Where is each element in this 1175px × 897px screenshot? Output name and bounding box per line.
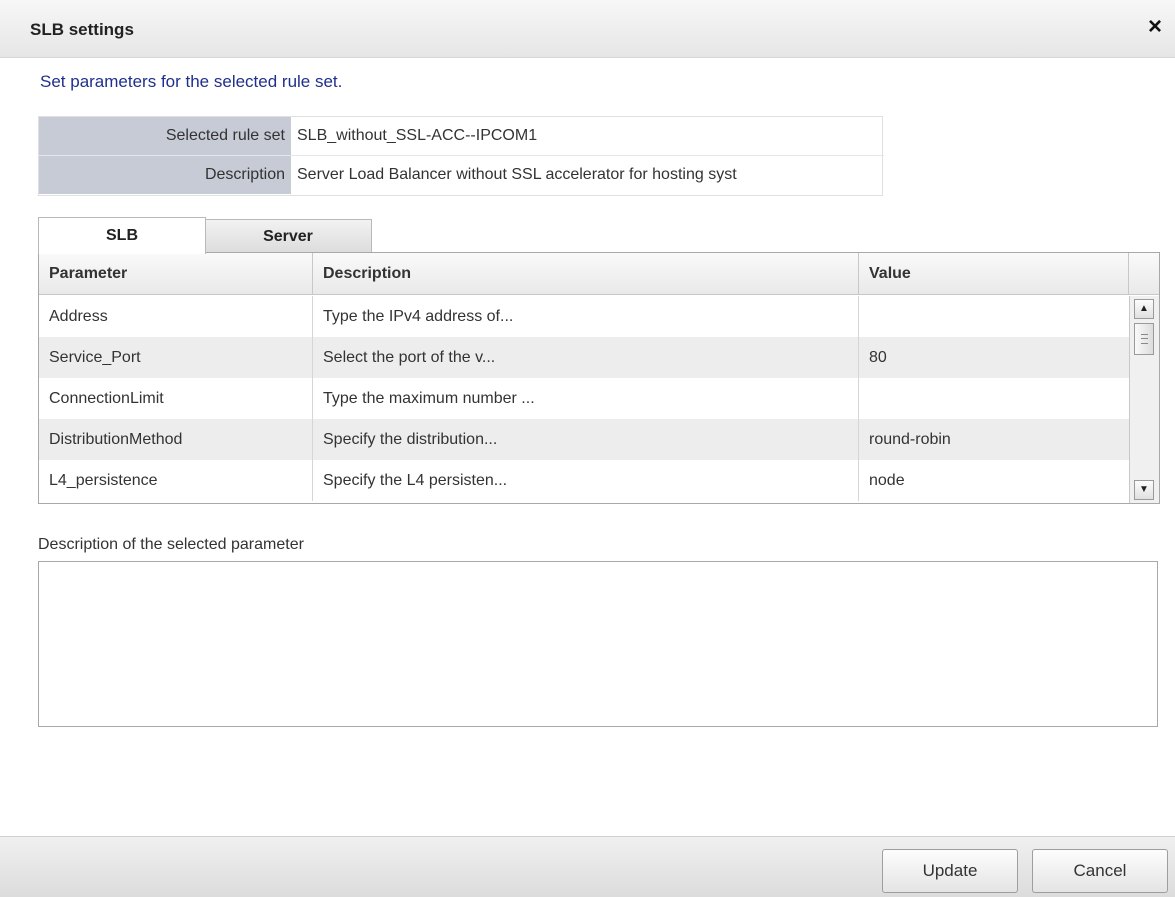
- cell-description: Select the port of the v...: [313, 337, 859, 378]
- cell-value[interactable]: 80: [859, 337, 1129, 378]
- tab-slb[interactable]: SLB: [38, 217, 206, 254]
- cell-parameter: Address: [39, 296, 313, 337]
- cell-parameter: Service_Port: [39, 337, 313, 378]
- selected-ruleset-value: SLB_without_SSL-ACC--IPCOM1: [297, 127, 538, 144]
- ruleset-row-selected: Selected rule set SLB_without_SSL-ACC--I…: [39, 117, 884, 155]
- column-header-parameter[interactable]: Parameter: [39, 253, 313, 295]
- selected-ruleset-label: Selected rule set: [39, 117, 291, 155]
- cancel-button[interactable]: Cancel: [1032, 849, 1168, 893]
- cell-description: Type the maximum number ...: [313, 378, 859, 419]
- cell-value[interactable]: [859, 296, 1129, 337]
- table-row[interactable]: Service_Port Select the port of the v...…: [39, 337, 1129, 378]
- table-scrollbar[interactable]: ▲ ▼: [1129, 296, 1159, 503]
- column-header-value[interactable]: Value: [859, 253, 1129, 295]
- selected-parameter-label: Description of the selected parameter: [38, 536, 304, 553]
- cell-description: Specify the L4 persisten...: [313, 460, 859, 501]
- scroll-up-icon[interactable]: ▲: [1134, 299, 1154, 319]
- ruleset-description-value: Server Load Balancer without SSL acceler…: [297, 166, 737, 183]
- grip-icon: [1141, 334, 1148, 344]
- cell-parameter: ConnectionLimit: [39, 378, 313, 419]
- parameter-table: Parameter Description Value Address Type…: [38, 252, 1160, 504]
- ruleset-description-label: Description: [39, 156, 291, 194]
- table-row[interactable]: ConnectionLimit Type the maximum number …: [39, 378, 1129, 419]
- cell-value[interactable]: round-robin: [859, 419, 1129, 460]
- selected-parameter-description[interactable]: [38, 561, 1158, 727]
- instruction-text: Set parameters for the selected rule set…: [40, 72, 343, 91]
- cell-parameter: DistributionMethod: [39, 419, 313, 460]
- scroll-down-icon[interactable]: ▼: [1134, 480, 1154, 500]
- cell-description: Specify the distribution...: [313, 419, 859, 460]
- cell-value[interactable]: [859, 378, 1129, 419]
- column-header-description[interactable]: Description: [313, 253, 859, 295]
- ruleset-info-table: Selected rule set SLB_without_SSL-ACC--I…: [38, 116, 884, 196]
- cell-parameter: L4_persistence: [39, 460, 313, 501]
- ruleset-row-description: Description Server Load Balancer without…: [39, 156, 884, 194]
- cell-description: Type the IPv4 address of...: [313, 296, 859, 337]
- scrollbar-thumb[interactable]: [1134, 323, 1154, 355]
- dialog-titlebar: SLB settings ×: [0, 0, 1175, 58]
- dialog-title: SLB settings: [30, 20, 134, 39]
- table-row[interactable]: Address Type the IPv4 address of...: [39, 296, 1129, 337]
- column-header-corner: [1129, 253, 1159, 295]
- close-icon[interactable]: ×: [1143, 15, 1167, 39]
- tab-server[interactable]: Server: [204, 219, 372, 253]
- cell-value[interactable]: node: [859, 460, 1129, 501]
- table-row[interactable]: DistributionMethod Specify the distribut…: [39, 419, 1129, 460]
- update-button[interactable]: Update: [882, 849, 1018, 893]
- table-header: Parameter Description Value: [39, 253, 1159, 295]
- table-row[interactable]: L4_persistence Specify the L4 persisten.…: [39, 460, 1129, 501]
